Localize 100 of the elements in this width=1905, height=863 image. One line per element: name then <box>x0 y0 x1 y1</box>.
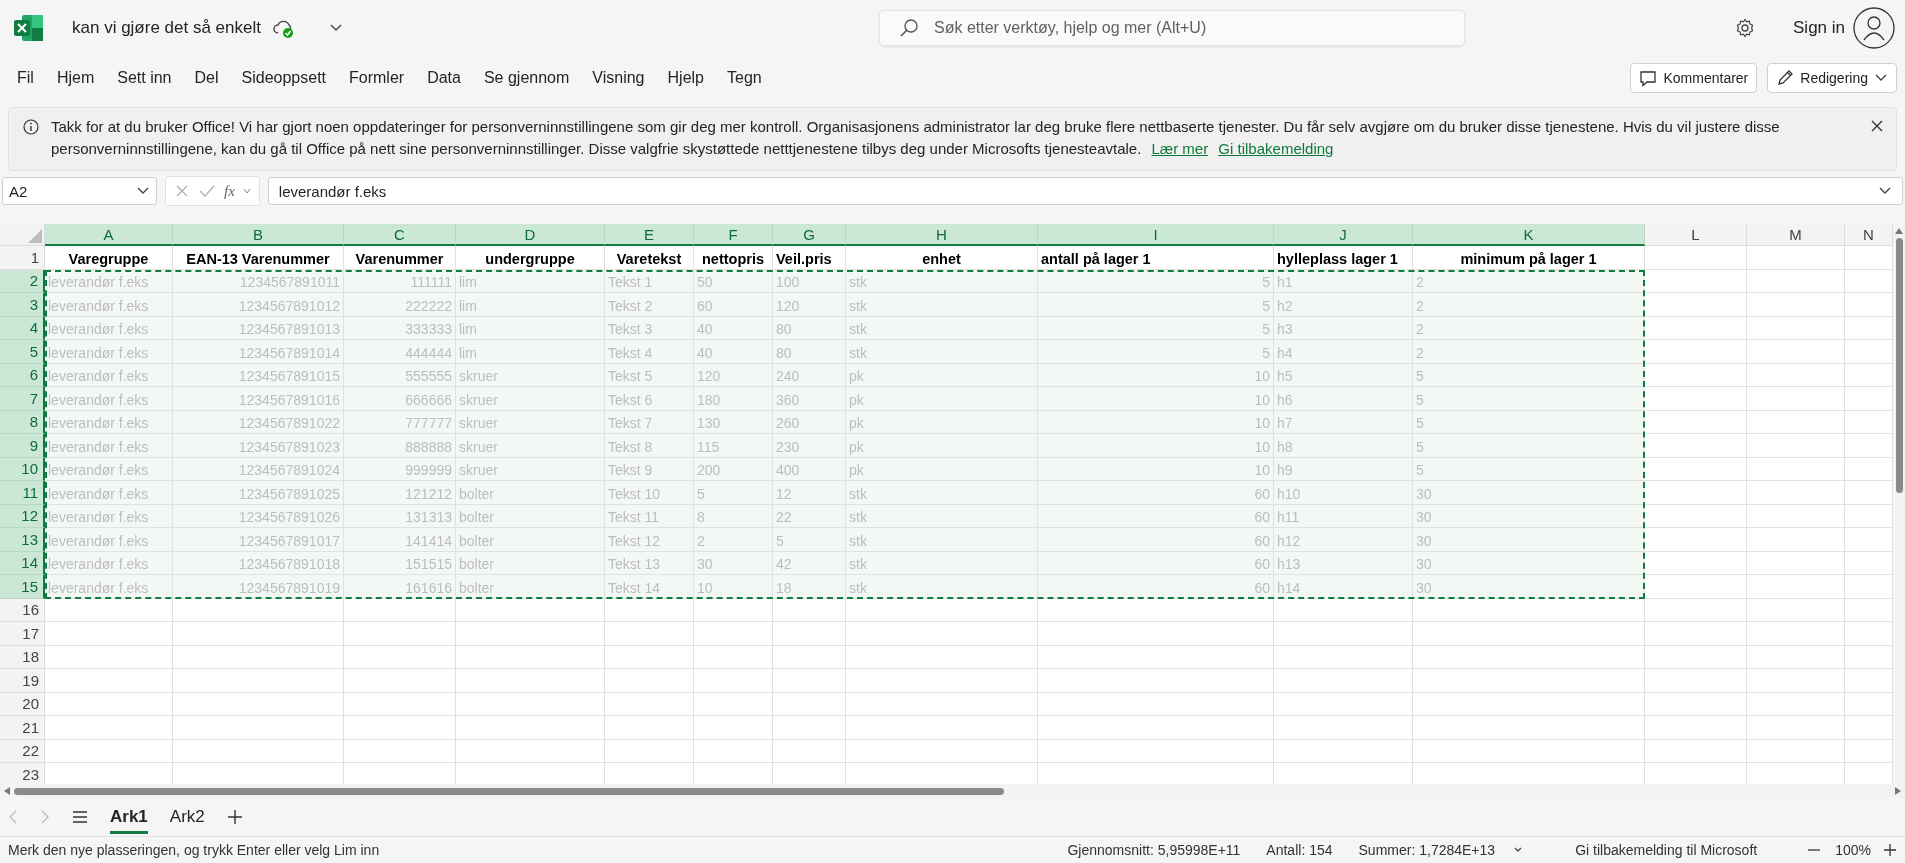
row-header[interactable]: 2 <box>0 269 45 293</box>
table-cell: stk <box>846 316 1038 340</box>
speech-bubble-icon <box>1639 69 1658 87</box>
menu-tab[interactable]: Fil <box>17 69 34 87</box>
row-header[interactable]: 23 <box>0 763 45 784</box>
scroll-up-icon[interactable] <box>1895 228 1903 234</box>
table-cell: bolter <box>456 481 605 505</box>
formula-field[interactable]: leverandør f.eks <box>267 177 1903 205</box>
scroll-left-icon[interactable] <box>4 787 10 795</box>
menu-tab[interactable]: Sideoppsett <box>241 69 327 87</box>
table-cell: 999999 <box>344 457 456 481</box>
menu-tab[interactable]: Se gjennom <box>483 69 570 87</box>
search-field[interactable]: Søk etter verktøy, hjelp og mer (Alt+U) <box>879 10 1465 46</box>
sheet-tab[interactable]: Ark2 <box>169 800 205 834</box>
row-header[interactable]: 13 <box>0 528 45 552</box>
column-header[interactable]: G <box>773 224 846 246</box>
menu-tab[interactable]: Hjelp <box>667 69 704 87</box>
table-cell: 60 <box>1038 551 1274 575</box>
row-header[interactable]: 9 <box>0 434 45 458</box>
table-cell: Tekst 7 <box>605 410 694 434</box>
row-header[interactable]: 10 <box>0 457 45 481</box>
sheet-tab[interactable]: Ark1 <box>110 800 148 834</box>
menu-tab[interactable]: Visning <box>592 69 645 87</box>
zoom-level[interactable]: 100% <box>1835 842 1871 858</box>
avatar-icon[interactable] <box>1853 7 1895 49</box>
table-cell: Tekst 3 <box>605 316 694 340</box>
zoom-in-icon[interactable] <box>1883 843 1897 857</box>
menu-tab[interactable]: Formler <box>349 69 405 87</box>
comments-button[interactable]: Kommentarer <box>1630 63 1758 93</box>
menu-tab[interactable]: Data <box>427 69 461 87</box>
column-header[interactable]: D <box>456 224 605 246</box>
row-header[interactable]: 16 <box>0 598 45 622</box>
name-box[interactable]: A2 <box>2 177 157 205</box>
row-header[interactable]: 20 <box>0 692 45 716</box>
column-header[interactable]: L <box>1645 224 1747 246</box>
column-header[interactable]: F <box>694 224 773 246</box>
table-cell: 1234567891025 <box>173 481 344 505</box>
table-cell: skruer <box>456 457 605 481</box>
menu-tab[interactable]: Tegn <box>727 69 762 87</box>
menu-icon[interactable] <box>72 810 88 824</box>
column-header[interactable]: H <box>846 224 1038 246</box>
column-header[interactable]: N <box>1845 224 1893 246</box>
table-cell: pk <box>846 363 1038 387</box>
column-header[interactable]: E <box>605 224 694 246</box>
row-header[interactable]: 5 <box>0 340 45 364</box>
table-cell: 5 <box>1413 387 1645 411</box>
table-cell: lim <box>456 293 605 317</box>
row-header[interactable]: 21 <box>0 716 45 740</box>
table-cell: 10 <box>1038 387 1274 411</box>
column-header[interactable]: K <box>1413 224 1645 246</box>
feedback-link[interactable]: Gi tilbakemelding til Microsoft <box>1575 842 1758 858</box>
close-icon[interactable] <box>1870 119 1884 133</box>
table-cell: 80 <box>773 340 846 364</box>
column-header[interactable]: I <box>1038 224 1274 246</box>
row-header[interactable]: 22 <box>0 739 45 763</box>
column-header[interactable]: C <box>344 224 456 246</box>
row-header[interactable]: 11 <box>0 481 45 505</box>
insert-function-button[interactable]: fx <box>224 182 235 200</box>
settings-icon[interactable] <box>1735 18 1755 38</box>
menu-tab[interactable]: Sett inn <box>117 69 172 87</box>
add-sheet-icon[interactable] <box>226 809 243 825</box>
row-header[interactable]: 3 <box>0 293 45 317</box>
menu-tab[interactable]: Hjem <box>56 69 95 87</box>
row-header[interactable]: 15 <box>0 575 45 599</box>
table-cell: h9 <box>1274 457 1413 481</box>
scrollbar-thumb[interactable] <box>14 787 1004 795</box>
scroll-right-icon[interactable] <box>1895 787 1901 795</box>
row-header[interactable]: 4 <box>0 316 45 340</box>
row-header[interactable]: 14 <box>0 551 45 575</box>
sign-in-link[interactable]: Sign in <box>1793 18 1845 38</box>
check-icon[interactable] <box>198 183 216 199</box>
menu-tab[interactable]: Del <box>194 69 219 87</box>
row-header[interactable]: 19 <box>0 669 45 693</box>
scrollbar-thumb[interactable] <box>1895 238 1903 493</box>
table-cell: h14 <box>1274 575 1413 599</box>
feedback-link[interactable]: Gi tilbakemelding <box>1218 140 1334 157</box>
table-cell: 333333 <box>344 316 456 340</box>
table-cell: stk <box>846 340 1038 364</box>
table-cell: undergruppe <box>456 246 605 270</box>
table-cell: leverandør f.eks <box>45 340 173 364</box>
cancel-icon[interactable] <box>174 183 190 199</box>
table-cell: Tekst 12 <box>605 528 694 552</box>
row-header[interactable]: 17 <box>0 622 45 646</box>
column-header[interactable]: M <box>1747 224 1845 246</box>
row-header[interactable]: 18 <box>0 645 45 669</box>
table-cell: 180 <box>694 387 773 411</box>
editing-mode-button[interactable]: Redigering <box>1767 63 1897 93</box>
row-header[interactable]: 7 <box>0 387 45 411</box>
row-header[interactable]: 6 <box>0 363 45 387</box>
row-header[interactable]: 1 <box>0 246 45 270</box>
column-header[interactable]: J <box>1274 224 1413 246</box>
column-header[interactable]: B <box>173 224 344 246</box>
table-cell: 2 <box>694 528 773 552</box>
column-header[interactable]: A <box>45 224 173 246</box>
row-header[interactable]: 12 <box>0 504 45 528</box>
document-title[interactable]: kan vi gjøre det så enkelt <box>72 18 261 38</box>
table-cell: leverandør f.eks <box>45 481 173 505</box>
learn-more-link[interactable]: Lær mer <box>1151 140 1209 157</box>
table-cell: 10 <box>1038 457 1274 481</box>
row-header[interactable]: 8 <box>0 410 45 434</box>
